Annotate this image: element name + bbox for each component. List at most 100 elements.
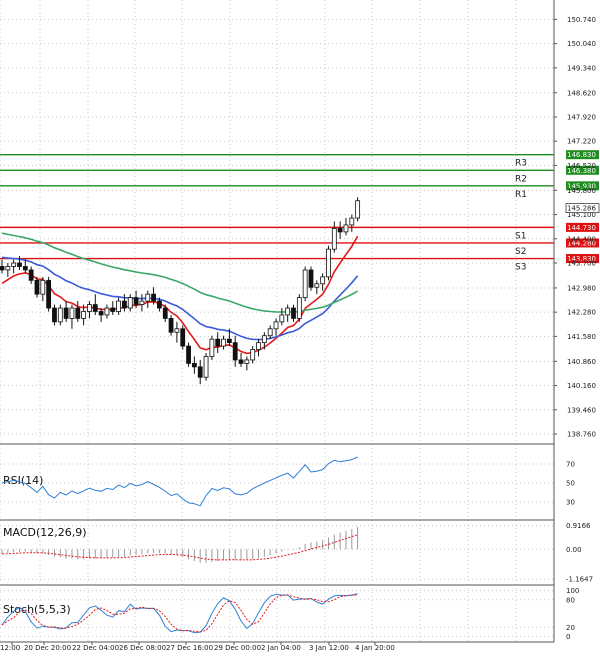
candle-down	[133, 297, 139, 305]
candle-down	[17, 262, 22, 267]
time-tick-label: 3 Jan 12:00	[309, 644, 349, 652]
candle-down	[0, 266, 5, 271]
candle-up	[261, 335, 267, 344]
chart-svg: R3146.830R2146.380R1145.930S1144.730S214…	[0, 0, 600, 655]
candle-down	[98, 311, 104, 316]
current-price-label: 145.286	[567, 205, 596, 213]
price-tick-label: 141.580	[567, 333, 596, 341]
level-price-label: 146.830	[567, 151, 596, 159]
candle-up	[203, 356, 209, 378]
time-tick-label: 22 Dec 04:00	[72, 644, 119, 652]
candle-up	[256, 342, 261, 350]
price-tick-label: 138.760	[567, 431, 596, 439]
rsi-tick-label: 70	[566, 461, 575, 469]
candle-down	[28, 269, 34, 281]
level-name-s1: S1	[515, 231, 526, 241]
stoch-tick-label: 100	[566, 587, 579, 595]
candle-down	[191, 362, 197, 368]
candle-down	[337, 228, 343, 233]
price-tick-label: 146.520	[567, 162, 596, 170]
macd-title: MACD(12,26,9)	[3, 526, 87, 539]
candle-down	[75, 307, 81, 319]
candle-down	[34, 279, 40, 295]
macd-tick-label: 0.9166	[566, 522, 591, 530]
price-tick-label: 145.800	[567, 187, 596, 195]
time-tick-label: 27 Dec 16:00	[166, 644, 213, 652]
candle-up	[11, 262, 17, 267]
time-tick-label: 29 Dec 00:00	[214, 644, 261, 652]
candle-up	[302, 269, 308, 299]
chart-window: R3 146.830 R2 146.380 R1 145.930 S1 144.730 S2 14…	[0, 0, 600, 655]
candle-up	[273, 321, 279, 330]
candle-up	[343, 224, 349, 233]
price-tick-label: 150.740	[567, 16, 596, 24]
candle-up	[209, 338, 215, 357]
candle-down	[162, 307, 168, 319]
price-tick-label: 142.980	[567, 284, 596, 292]
candle-up	[69, 307, 75, 319]
level-price-label: 144.730	[567, 224, 596, 232]
candle-up	[285, 307, 291, 316]
candle-down	[151, 293, 156, 302]
candle-down	[226, 338, 232, 344]
time-tick-label: 20 Dec 20:00	[24, 644, 71, 652]
level-name-s3: S3	[515, 263, 526, 273]
rsi-title: RSI(14)	[3, 474, 43, 487]
candle-down	[52, 307, 57, 323]
candle-down	[46, 279, 52, 309]
candle-up	[174, 328, 180, 333]
rsi-tick-label: 50	[566, 480, 575, 488]
price-tick-label: 147.920	[567, 113, 596, 121]
candle-down	[186, 345, 191, 364]
stoch-title: Stoch(5,5,3)	[3, 603, 71, 616]
candle-up	[145, 293, 151, 302]
candle-up	[331, 228, 337, 250]
time-tick-label: 2 Jan 04:00	[261, 644, 301, 652]
price-tick-label: 143.700	[567, 260, 596, 268]
candle-up	[139, 300, 145, 305]
candle-up	[104, 307, 110, 316]
price-tick-label: 148.620	[567, 89, 596, 97]
candle-up	[250, 349, 256, 361]
rsi-tick-label: 30	[566, 498, 575, 506]
candle-up	[355, 200, 361, 219]
candle-up	[116, 300, 121, 312]
macd-tick-label: 0.00	[566, 546, 582, 554]
stoch-tick-label: 0	[566, 633, 570, 641]
price-tick-label: 149.340	[567, 64, 596, 72]
price-tick-label: 142.280	[567, 309, 596, 317]
candle-down	[232, 342, 238, 361]
candle-up	[267, 328, 273, 337]
candle-down	[157, 300, 162, 309]
candle-down	[197, 366, 203, 378]
candle-up	[57, 307, 63, 323]
candle-up	[40, 279, 46, 295]
time-tick-label: 12:00	[0, 644, 20, 652]
level-name-r3: R3	[515, 159, 527, 169]
time-tick-label: 4 Jan 20:00	[355, 644, 395, 652]
level-name-r1: R1	[515, 190, 527, 200]
candle-down	[22, 266, 28, 271]
candle-up	[296, 297, 302, 319]
level-name-s2: S2	[515, 247, 526, 257]
candle-up	[279, 314, 285, 323]
time-tick-label: 26 Dec 08:00	[119, 644, 166, 652]
stoch-tick-label: 80	[566, 596, 575, 604]
level-name-r2: R2	[515, 174, 527, 184]
price-tick-label: 144.400	[567, 235, 596, 243]
candle-up	[320, 276, 326, 285]
candle-up	[221, 338, 226, 347]
candle-down	[308, 269, 314, 288]
candle-down	[238, 359, 244, 364]
candle-up	[87, 304, 92, 312]
candle-down	[110, 307, 116, 312]
price-tick-label: 139.460	[567, 406, 596, 414]
candle-up	[5, 266, 11, 271]
candle-down	[168, 318, 174, 333]
price-tick-label: 150.040	[567, 40, 596, 48]
candle-down	[291, 307, 296, 319]
candle-down	[215, 338, 221, 347]
macd-tick-label: -1.1647	[566, 576, 593, 584]
stoch-tick-label: 20	[566, 624, 575, 632]
candle-up	[326, 248, 331, 278]
